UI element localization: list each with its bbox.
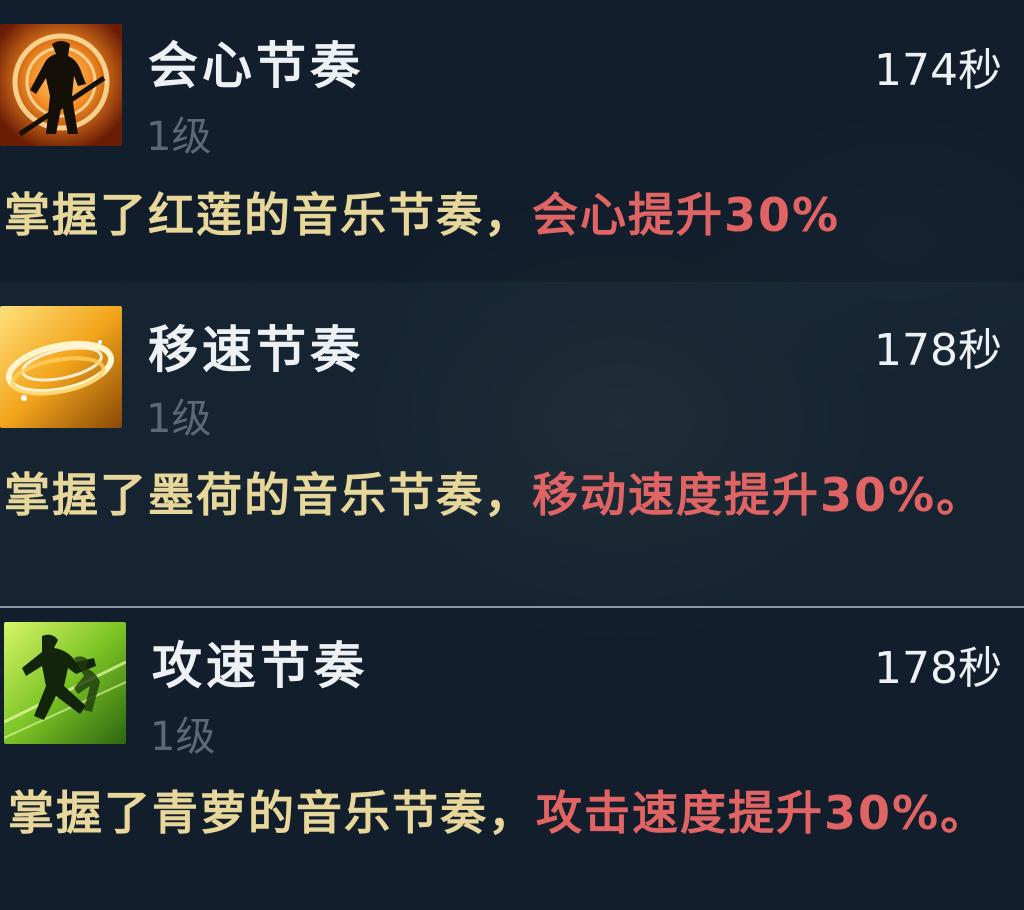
buff-name: 会心节奏	[148, 37, 364, 95]
buff-name: 移速节奏	[148, 321, 364, 379]
buff-description-text: 掌握了墨荷的音乐节奏，	[4, 468, 532, 522]
buff-name: 攻速节奏	[152, 637, 368, 695]
buff-remaining-time: 178秒	[874, 643, 1002, 694]
buff-effect-text: 会心提升30%	[532, 188, 841, 242]
buff-row-move-speed[interactable]: 移速节奏 1级 178秒 掌握了墨荷的音乐节奏，移动速度提升30%。	[0, 284, 1024, 608]
buff-effect-text: 移动速度提升30%。	[532, 468, 985, 522]
buff-description-text: 掌握了红莲的音乐节奏，	[4, 188, 532, 242]
move-speed-rhythm-icon	[0, 306, 122, 428]
buff-description: 掌握了墨荷的音乐节奏，移动速度提升30%。	[4, 456, 1014, 534]
buff-remaining-time: 178秒	[874, 325, 1002, 376]
crit-rhythm-icon	[0, 24, 122, 146]
buff-level: 1级	[150, 714, 216, 760]
buff-description-text: 掌握了青萝的音乐节奏，	[8, 786, 536, 840]
buff-description: 掌握了青萝的音乐节奏，攻击速度提升30%。	[8, 774, 1018, 852]
buff-level: 1级	[146, 396, 212, 442]
buff-description: 掌握了红莲的音乐节奏，会心提升30%	[4, 176, 1014, 254]
buff-effect-text: 攻击速度提升30%。	[536, 786, 989, 840]
buff-level: 1级	[146, 114, 212, 160]
buff-row-attack-speed[interactable]: 攻速节奏 1级 178秒 掌握了青萝的音乐节奏，攻击速度提升30%。	[0, 608, 1024, 910]
buff-remaining-time: 174秒	[874, 45, 1002, 96]
attack-speed-rhythm-icon	[4, 622, 126, 744]
buff-row-crit[interactable]: 会心节奏 1级 174秒 掌握了红莲的音乐节奏，会心提升30%	[0, 0, 1024, 282]
